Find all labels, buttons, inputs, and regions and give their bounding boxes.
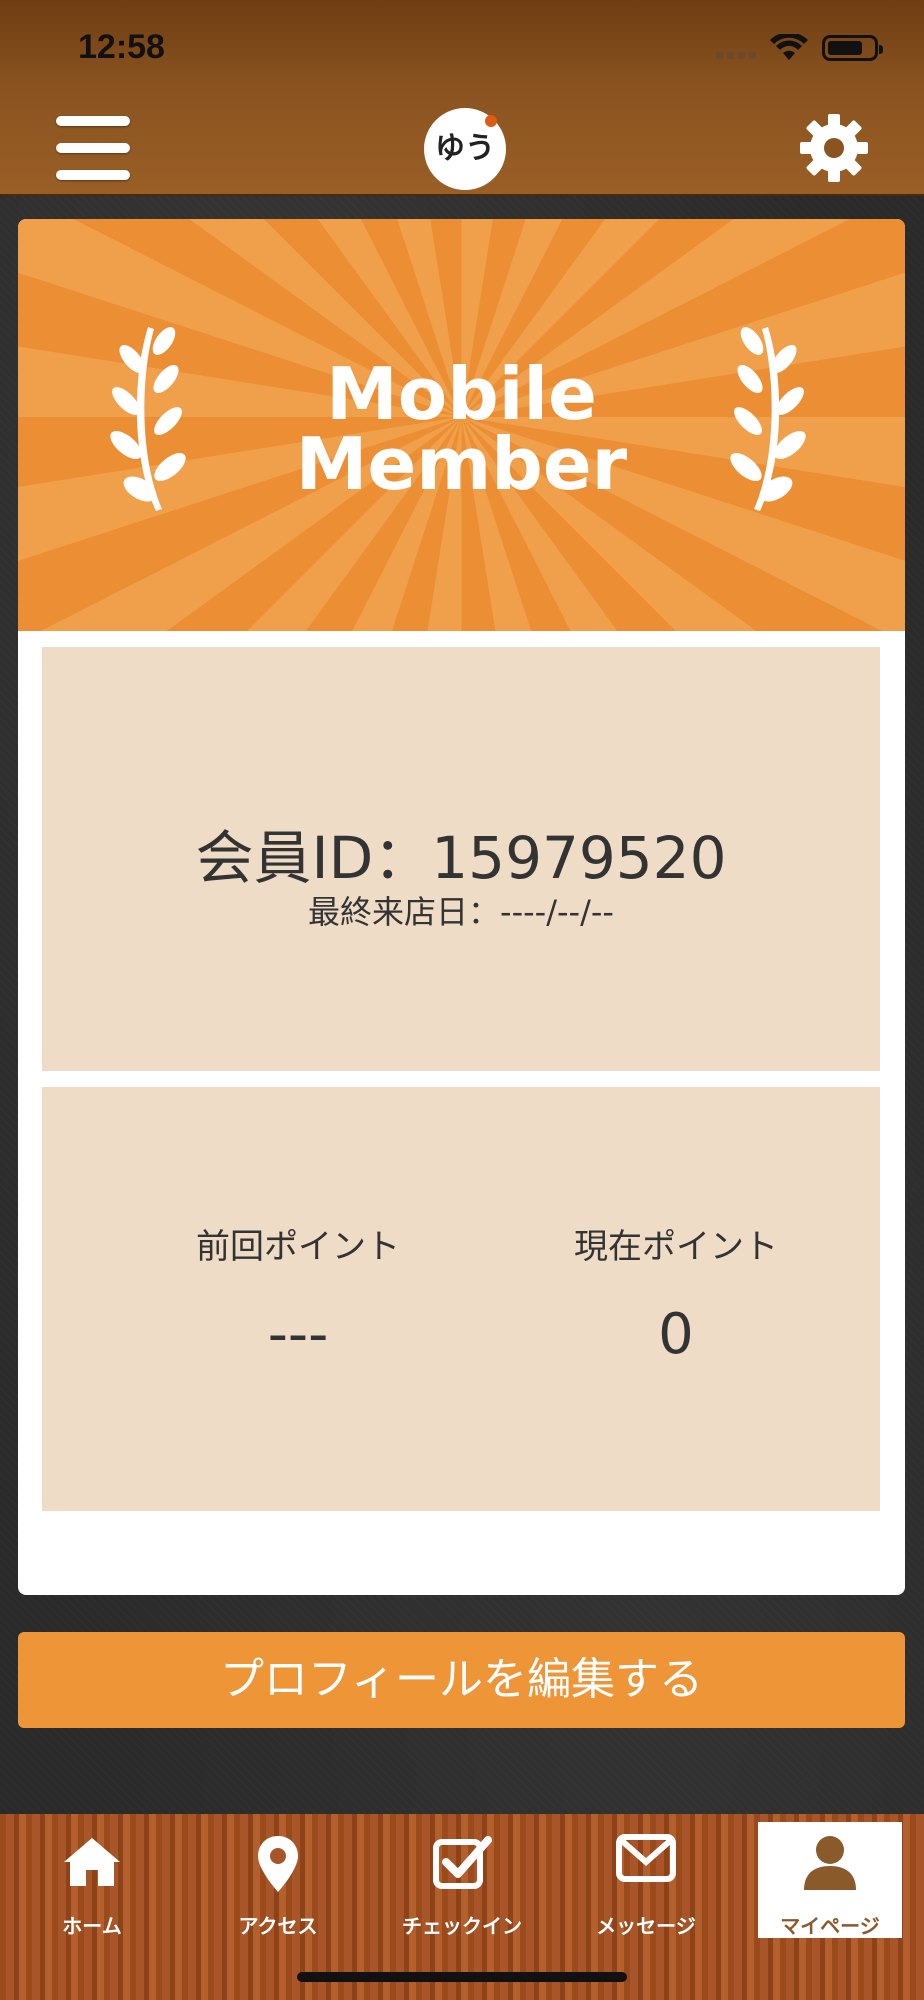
tab-home[interactable]: ホーム [20, 1822, 164, 1938]
tab-mypage[interactable]: マイページ [758, 1822, 902, 1938]
previous-points-label: 前回ポイント [196, 1227, 400, 1267]
checkbox-icon [433, 1836, 492, 1889]
tab-message-label: メッセージ [596, 1914, 696, 1938]
user-icon [804, 1836, 856, 1890]
status-time: 12:58 [78, 28, 165, 66]
current-points: 現在ポイント 0 [526, 1219, 826, 1367]
current-points-label: 現在ポイント [574, 1227, 778, 1267]
battery-icon [822, 35, 883, 61]
tab-mypage-label: マイページ [780, 1914, 880, 1938]
edit-profile-button[interactable]: プロフィールを編集する [18, 1632, 905, 1728]
status-icons [716, 34, 883, 62]
tab-home-label: ホーム [62, 1914, 122, 1938]
current-points-value: 0 [658, 1302, 694, 1367]
home-indicator[interactable] [297, 1972, 627, 1982]
map-pin-icon [258, 1836, 298, 1892]
tab-message[interactable]: メッセージ [574, 1822, 718, 1938]
tab-access-label: アクセス [238, 1914, 318, 1938]
app-header: 12:58 ゆう [0, 0, 924, 196]
wifi-icon [770, 34, 808, 60]
envelope-icon [616, 1834, 676, 1882]
gear-icon[interactable] [796, 110, 872, 186]
signal-icon [716, 37, 756, 59]
member-card: Mobile Member 会員ID：15979520 最終来店日：----/-… [18, 219, 905, 1595]
logo-dot [485, 115, 497, 127]
member-banner: Mobile Member [18, 219, 905, 631]
banner-title-line1: Mobile [326, 352, 597, 436]
home-icon [64, 1838, 120, 1886]
tab-checkin[interactable]: チェックイン [390, 1822, 534, 1938]
tab-access[interactable]: アクセス [206, 1822, 350, 1938]
last-visit-date: 最終来店日：----/--/-- [308, 893, 614, 931]
previous-points: 前回ポイント --- [148, 1219, 448, 1367]
points-panel: 前回ポイント --- 現在ポイント 0 [42, 1087, 880, 1511]
tab-checkin-label: チェックイン [402, 1914, 522, 1938]
banner-title-line2: Member [295, 422, 628, 506]
member-id: 会員ID：15979520 [195, 824, 727, 892]
shop-logo: ゆう [424, 108, 506, 190]
member-id-panel: 会員ID：15979520 最終来店日：----/--/-- [42, 647, 880, 1071]
logo-glyph: ゆう [435, 131, 495, 166]
previous-points-value: --- [267, 1302, 329, 1367]
hamburger-menu-button[interactable] [56, 116, 130, 180]
